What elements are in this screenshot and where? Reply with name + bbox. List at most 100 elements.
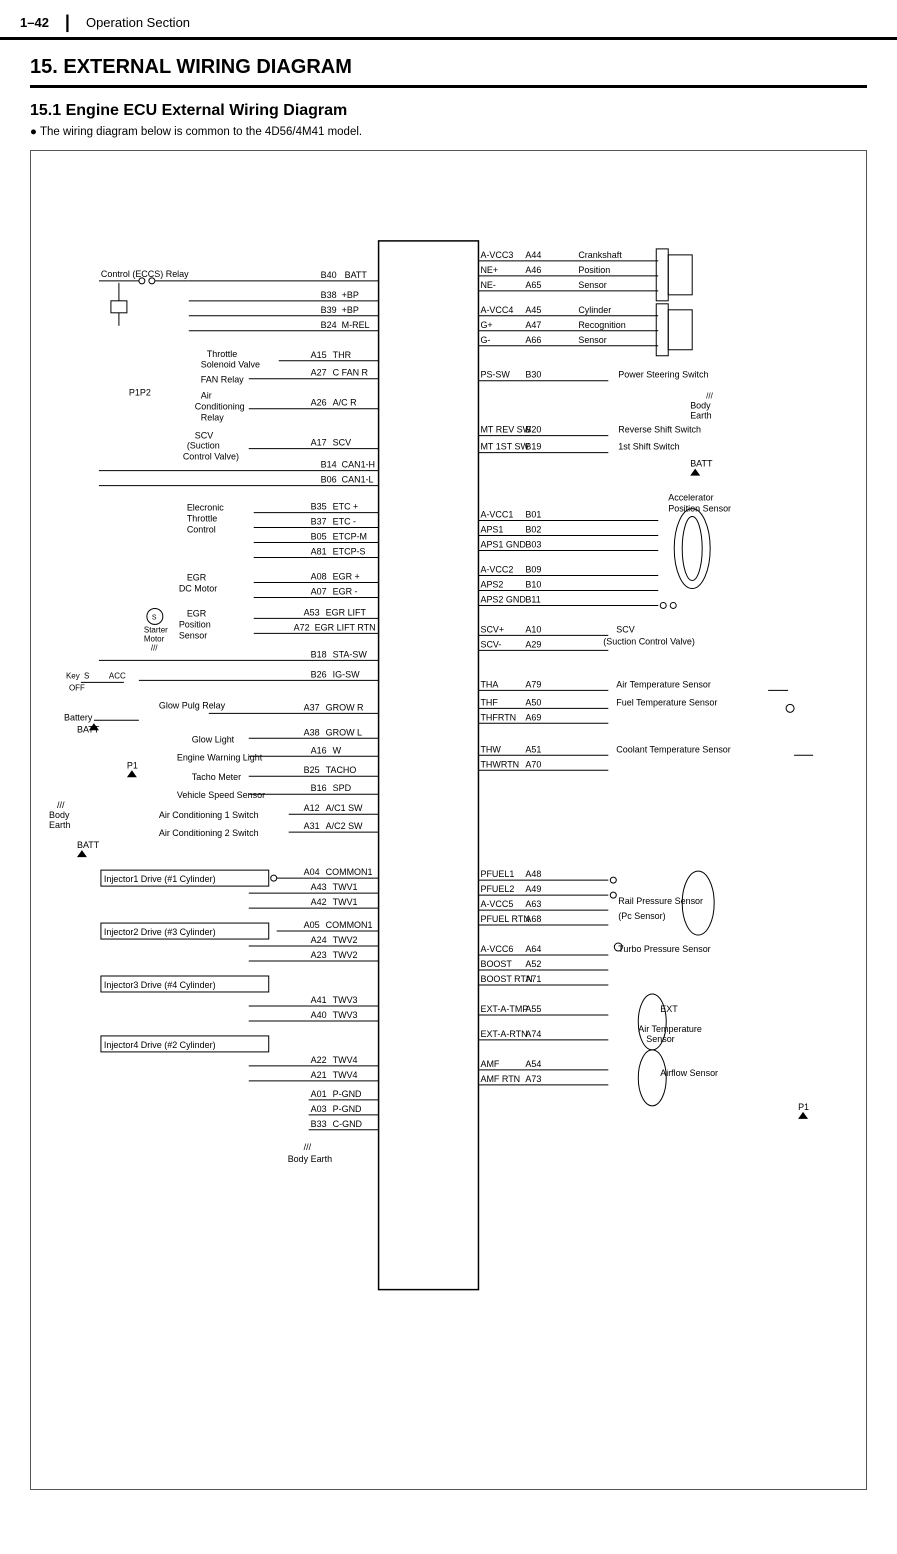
- svg-text:Engine Warning Light: Engine Warning Light: [177, 752, 263, 762]
- svg-text:EGR +: EGR +: [333, 571, 360, 581]
- svg-text:A40: A40: [311, 1010, 327, 1020]
- svg-text:Sensor: Sensor: [578, 280, 606, 290]
- svg-text:APS2 GND: APS2 GND: [480, 594, 526, 604]
- svg-text:A53: A53: [304, 607, 320, 617]
- svg-text:Motor: Motor: [144, 634, 165, 643]
- svg-text:A26: A26: [311, 398, 327, 408]
- svg-text:THR: THR: [333, 350, 352, 360]
- svg-text:A42: A42: [311, 897, 327, 907]
- svg-text:TWV4: TWV4: [333, 1055, 358, 1065]
- svg-text:Relay: Relay: [201, 413, 224, 423]
- svg-text:A71: A71: [525, 974, 541, 984]
- svg-text:A72: A72: [294, 622, 310, 632]
- svg-text:A54: A54: [525, 1059, 541, 1069]
- svg-text:A01: A01: [311, 1089, 327, 1099]
- svg-text:Injector1 Drive (#1 Cylinder): Injector1 Drive (#1 Cylinder): [104, 874, 216, 884]
- svg-text:SCV+: SCV+: [480, 624, 504, 634]
- svg-text:P1: P1: [798, 1102, 809, 1112]
- svg-text:P-GND: P-GND: [333, 1104, 362, 1114]
- svg-text:A04: A04: [304, 867, 320, 877]
- svg-text:B24: B24: [321, 320, 337, 330]
- svg-text:Key: Key: [66, 671, 80, 680]
- svg-text:APS1: APS1: [480, 525, 503, 535]
- svg-text:A29: A29: [525, 639, 541, 649]
- svg-text:A27: A27: [311, 368, 327, 378]
- svg-text:Control: Control: [187, 525, 216, 535]
- svg-text:A73: A73: [525, 1074, 541, 1084]
- svg-text:Body Earth: Body Earth: [288, 1154, 332, 1164]
- svg-text:Turbo Pressure Sensor: Turbo Pressure Sensor: [618, 944, 710, 954]
- svg-text:Air Temperature Sensor: Air Temperature Sensor: [616, 679, 711, 689]
- svg-text:B02: B02: [525, 525, 541, 535]
- svg-text:Body: Body: [49, 810, 70, 820]
- svg-text:A44: A44: [525, 250, 541, 260]
- svg-text:A74: A74: [525, 1029, 541, 1039]
- svg-text:(Pc Sensor): (Pc Sensor): [618, 911, 665, 921]
- svg-text:A07: A07: [311, 586, 327, 596]
- svg-text:(Suction: (Suction: [187, 441, 220, 451]
- svg-text:Control Valve): Control Valve): [183, 452, 239, 462]
- svg-text:A17: A17: [311, 438, 327, 448]
- svg-text:Position: Position: [578, 265, 610, 275]
- svg-text:A48: A48: [525, 869, 541, 879]
- svg-text:PFUEL RTN: PFUEL RTN: [480, 914, 529, 924]
- svg-text:///: ///: [706, 392, 713, 401]
- svg-text:Air Temperature: Air Temperature: [638, 1024, 702, 1034]
- svg-text:SCV-: SCV-: [480, 639, 501, 649]
- svg-text:W: W: [333, 745, 342, 755]
- svg-text:B05: B05: [311, 532, 327, 542]
- svg-text:CAN1-L: CAN1-L: [342, 475, 374, 485]
- svg-text:Airflow Sensor: Airflow Sensor: [660, 1068, 718, 1078]
- svg-text:THF: THF: [480, 697, 498, 707]
- svg-text:B10: B10: [525, 579, 541, 589]
- svg-text:Control (ECCS) Relay: Control (ECCS) Relay: [101, 269, 189, 279]
- svg-text:TWV4: TWV4: [333, 1070, 358, 1080]
- svg-text:TWV3: TWV3: [333, 995, 358, 1005]
- svg-text:A-VCC5: A-VCC5: [480, 899, 513, 909]
- svg-text:SCV: SCV: [333, 438, 351, 448]
- svg-text:B11: B11: [525, 594, 540, 604]
- svg-text:C-GND: C-GND: [333, 1119, 363, 1129]
- svg-text:B19: B19: [525, 442, 541, 452]
- svg-text:A05: A05: [304, 920, 320, 930]
- svg-text:TACHO: TACHO: [326, 765, 357, 775]
- svg-text:B35: B35: [311, 502, 327, 512]
- svg-text:B38: B38: [321, 290, 337, 300]
- svg-text:///: ///: [57, 800, 65, 810]
- svg-text:A47: A47: [525, 320, 541, 330]
- svg-text:+BP: +BP: [342, 305, 359, 315]
- svg-text:GROW R: GROW R: [326, 702, 364, 712]
- svg-text:Battery: Battery: [64, 712, 93, 722]
- svg-text:ETC -: ETC -: [333, 517, 356, 527]
- svg-text:Earth: Earth: [49, 820, 70, 830]
- svg-text:B26: B26: [311, 669, 327, 679]
- svg-text:ETC +: ETC +: [333, 502, 359, 512]
- svg-text:NE+: NE+: [480, 265, 498, 275]
- svg-text:BATT: BATT: [345, 270, 368, 280]
- svg-text:Throttle: Throttle: [207, 349, 237, 359]
- svg-text:EGR -: EGR -: [333, 586, 358, 596]
- svg-text:Power Steering Switch: Power Steering Switch: [618, 370, 708, 380]
- svg-text:G+: G+: [480, 320, 492, 330]
- svg-text:APS2: APS2: [480, 579, 503, 589]
- svg-text:A21: A21: [311, 1070, 327, 1080]
- svg-text:BATT: BATT: [77, 840, 100, 850]
- svg-text:Position: Position: [179, 619, 211, 629]
- svg-text:A-VCC6: A-VCC6: [480, 944, 513, 954]
- svg-text:A12: A12: [304, 803, 320, 813]
- svg-text:M-REL: M-REL: [342, 320, 370, 330]
- svg-text:A51: A51: [525, 744, 541, 754]
- svg-text:A79: A79: [525, 679, 541, 689]
- svg-text:A15: A15: [311, 350, 327, 360]
- svg-text:BATT: BATT: [690, 459, 713, 469]
- svg-text:Reverse Shift Switch: Reverse Shift Switch: [618, 425, 701, 435]
- svg-text:B14: B14: [321, 460, 337, 470]
- svg-text:Fuel Temperature Sensor: Fuel Temperature Sensor: [616, 697, 717, 707]
- svg-text:Vehicle Speed Sensor: Vehicle Speed Sensor: [177, 790, 265, 800]
- svg-text:Rail Pressure Sensor: Rail Pressure Sensor: [618, 896, 703, 906]
- svg-text:A49: A49: [525, 884, 541, 894]
- svg-text:1st Shift Switch: 1st Shift Switch: [618, 442, 679, 452]
- svg-text:Body: Body: [690, 401, 711, 411]
- svg-text:DC Motor: DC Motor: [179, 583, 217, 593]
- svg-text:BOOST: BOOST: [480, 959, 512, 969]
